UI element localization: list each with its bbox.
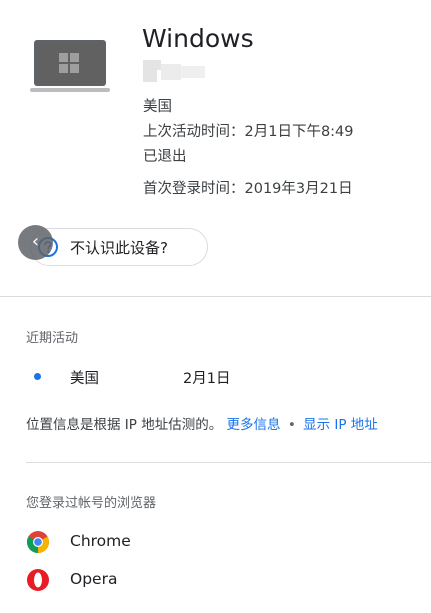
chrome-icon	[26, 530, 50, 554]
link-separator: •	[287, 417, 296, 433]
unrecognized-device-label[interactable]: 不认识此设备?	[70, 237, 168, 258]
back-arrow-icon[interactable]: ‹	[18, 225, 53, 260]
browser-chrome-name: Chrome	[70, 532, 131, 550]
opera-icon	[26, 568, 50, 592]
device-location: 美国	[143, 99, 172, 115]
signin-status: 已退出	[143, 149, 187, 165]
laptop-icon	[30, 38, 110, 94]
section-divider	[26, 462, 431, 463]
section-divider	[0, 296, 431, 297]
more-info-link[interactable]: 更多信息	[227, 417, 281, 433]
location-note-row: 位置信息是根据 IP 地址估测的。 更多信息 • 显示 IP 地址	[26, 413, 378, 433]
redacted-device-info	[143, 60, 205, 82]
browsers-title: 您登录过帐号的浏览器	[26, 496, 157, 511]
show-ip-link[interactable]: 显示 IP 地址	[303, 417, 378, 433]
recent-activity-title: 近期活动	[26, 331, 79, 346]
device-name: Windows	[142, 24, 254, 53]
browser-opera-name: Opera	[70, 570, 118, 588]
activity-date: 2月1日	[183, 371, 231, 387]
activity-dot	[34, 373, 41, 380]
last-activity-time: 上次活动时间：2月1日下午8:49	[143, 124, 354, 140]
first-signin-time: 首次登录时间：2019年3月21日	[143, 181, 353, 197]
activity-location: 美国	[70, 371, 99, 387]
location-note: 位置信息是根据 IP 地址估测的。	[26, 417, 223, 433]
